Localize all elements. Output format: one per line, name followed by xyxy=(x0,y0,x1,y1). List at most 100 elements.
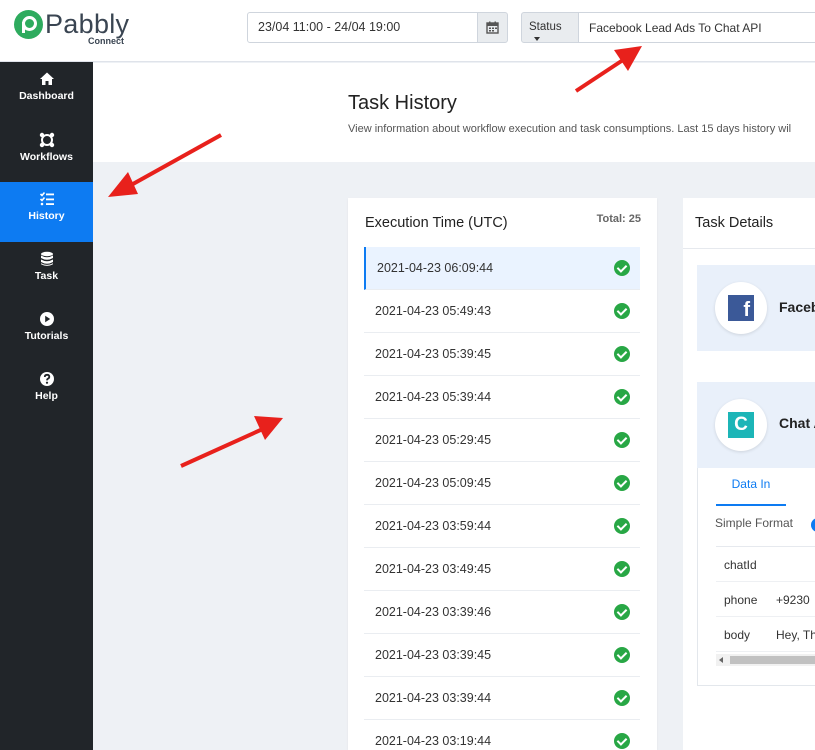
success-check-icon xyxy=(614,733,630,749)
execution-row[interactable]: 2021-04-23 05:29:45 xyxy=(364,419,640,462)
chat-api-avatar: C xyxy=(715,399,767,451)
pabbly-logo[interactable]: Pabbly Connect xyxy=(14,10,129,46)
sidebar-item-workflows[interactable]: Workflows xyxy=(0,123,93,183)
status-label: Status xyxy=(529,21,562,33)
date-range-input[interactable]: 23/04 11:00 - 24/04 19:00 xyxy=(247,12,478,43)
execution-row[interactable]: 2021-04-23 03:59:44 xyxy=(364,505,640,548)
play-circle-icon xyxy=(39,312,54,326)
horizontal-scrollbar[interactable] xyxy=(716,654,815,666)
task-details-title: Task Details xyxy=(695,215,774,231)
caret-down-icon xyxy=(534,36,540,41)
sidebar-item-tutorials[interactable]: Tutorials xyxy=(0,302,93,362)
execution-time: 2021-04-23 05:39:44 xyxy=(375,390,492,404)
table-row: phone +9230 xyxy=(716,582,815,617)
field-key: phone xyxy=(724,593,758,607)
execution-row[interactable]: 2021-04-23 03:49:45 xyxy=(364,548,640,591)
execution-time: 2021-04-23 03:39:45 xyxy=(375,648,492,662)
pabbly-logo-icon xyxy=(14,10,43,39)
sidebar: Dashboard Workflows History Task Tutoria… xyxy=(0,62,93,750)
success-check-icon xyxy=(614,561,630,577)
sidebar-item-label: Help xyxy=(35,390,58,402)
tab-data-in[interactable]: Data In xyxy=(716,468,786,506)
app-name: Faceb xyxy=(779,299,815,315)
database-icon xyxy=(40,251,53,266)
data-table: chatId phone +9230 body Hey, Th xyxy=(716,546,815,652)
brand-sub: Connect xyxy=(88,36,124,46)
execution-time: 2021-04-23 05:29:45 xyxy=(375,433,492,447)
execution-list[interactable]: 2021-04-23 06:09:44 2021-04-23 05:49:43 … xyxy=(364,247,640,750)
home-icon xyxy=(39,72,54,85)
question-circle-icon xyxy=(39,372,54,386)
sidebar-item-label: Task xyxy=(34,270,59,282)
table-row: body Hey, Th xyxy=(716,617,815,652)
table-row: chatId xyxy=(716,547,815,582)
execution-row[interactable]: 2021-04-23 05:39:45 xyxy=(364,333,640,376)
sidebar-item-task[interactable]: Task xyxy=(0,242,93,302)
top-bar: Pabbly Connect 23/04 11:00 - 24/04 19:00… xyxy=(0,0,815,62)
facebook-icon: f xyxy=(728,295,754,321)
success-check-icon xyxy=(614,260,630,276)
success-check-icon xyxy=(614,432,630,448)
scrollbar-thumb[interactable] xyxy=(730,656,815,664)
simple-format-toggle[interactable] xyxy=(811,518,815,532)
simple-format-label: Simple Format xyxy=(715,516,794,530)
history-list-icon xyxy=(39,191,54,206)
success-check-icon xyxy=(614,690,630,706)
execution-time: 2021-04-23 06:09:44 xyxy=(377,261,494,275)
execution-time: 2021-04-23 03:39:44 xyxy=(375,691,492,705)
field-value: Hey, Th xyxy=(776,628,815,642)
field-key: body xyxy=(724,628,751,642)
brand-name: Pabbly xyxy=(45,9,130,39)
execution-row[interactable]: 2021-04-23 03:39:44 xyxy=(364,677,640,720)
chat-api-step[interactable]: C Chat A xyxy=(697,382,815,468)
annotation-arrow xyxy=(180,416,283,468)
field-key: chatId xyxy=(724,558,757,572)
execution-row[interactable]: 2021-04-23 05:49:43 xyxy=(364,290,640,333)
chat-api-icon: C xyxy=(728,412,754,438)
execution-row[interactable]: 2021-04-23 05:09:45 xyxy=(364,462,640,505)
page-title: Task History xyxy=(348,92,457,114)
data-panel: Data In Simple Format chatId phone +9230… xyxy=(697,468,815,686)
sidebar-item-label: Workflows xyxy=(20,151,73,163)
success-check-icon xyxy=(614,346,630,362)
execution-time: 2021-04-23 03:49:45 xyxy=(375,562,492,576)
sidebar-item-label: Tutorials xyxy=(24,330,69,342)
calendar-icon xyxy=(486,21,499,34)
success-check-icon xyxy=(614,389,630,405)
workflow-icon xyxy=(39,132,54,148)
facebook-avatar: f xyxy=(715,282,767,334)
success-check-icon xyxy=(614,518,630,534)
execution-title: Execution Time (UTC) xyxy=(365,215,508,231)
execution-time: 2021-04-23 03:59:44 xyxy=(375,519,492,533)
execution-time: 2021-04-23 05:39:45 xyxy=(375,347,492,361)
status-dropdown[interactable]: Status xyxy=(521,12,579,43)
execution-row[interactable]: 2021-04-23 03:19:44 xyxy=(364,720,640,750)
execution-row[interactable]: 2021-04-23 06:09:44 xyxy=(364,247,640,290)
calendar-button[interactable] xyxy=(477,12,508,43)
workflow-select[interactable]: Facebook Lead Ads To Chat API xyxy=(578,12,815,43)
success-check-icon xyxy=(614,647,630,663)
page-header: Task History View information about work… xyxy=(93,63,815,162)
execution-row[interactable]: 2021-04-23 05:39:44 xyxy=(364,376,640,419)
execution-row[interactable]: 2021-04-23 03:39:45 xyxy=(364,634,640,677)
sidebar-item-dashboard[interactable]: Dashboard xyxy=(0,62,93,122)
sidebar-item-history[interactable]: History xyxy=(0,182,93,242)
field-value: +9230 xyxy=(776,593,810,607)
divider xyxy=(683,248,815,249)
task-details-card: Task Details f Faceb C Chat A Data In Si… xyxy=(683,198,815,750)
app-name: Chat A xyxy=(779,415,815,431)
sidebar-item-label: Dashboard xyxy=(19,90,74,102)
sidebar-item-label: History xyxy=(28,210,65,222)
execution-total: Total: 25 xyxy=(596,213,641,225)
execution-time: 2021-04-23 03:39:46 xyxy=(375,605,492,619)
execution-time: 2021-04-23 03:19:44 xyxy=(375,734,492,748)
page-subtitle: View information about workflow executio… xyxy=(348,123,792,135)
execution-row[interactable]: 2021-04-23 03:39:46 xyxy=(364,591,640,634)
execution-time: 2021-04-23 05:09:45 xyxy=(375,476,492,490)
execution-card: Execution Time (UTC) Total: 25 2021-04-2… xyxy=(348,198,657,750)
facebook-step[interactable]: f Faceb xyxy=(697,265,815,351)
success-check-icon xyxy=(614,303,630,319)
sidebar-item-help[interactable]: Help xyxy=(0,362,93,422)
success-check-icon xyxy=(614,604,630,620)
scroll-left-icon[interactable] xyxy=(719,657,723,663)
